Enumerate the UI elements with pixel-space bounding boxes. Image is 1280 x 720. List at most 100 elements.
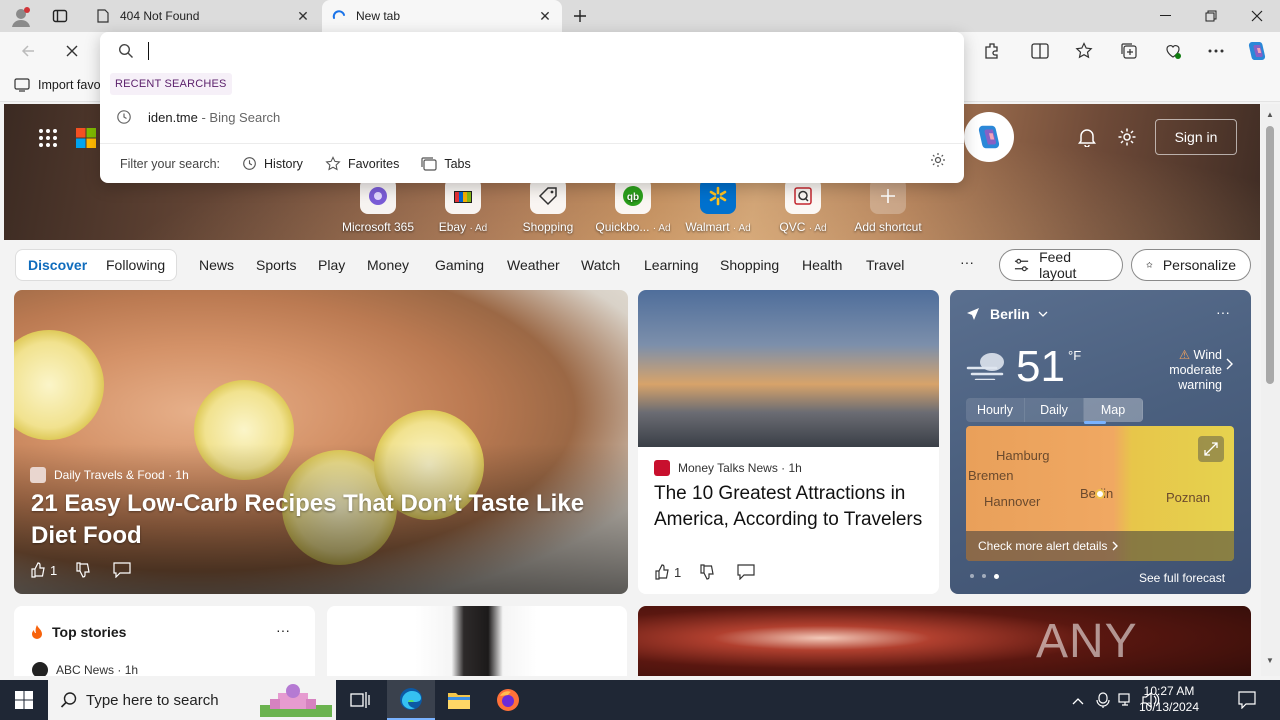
like-button[interactable]: 1 <box>30 562 57 578</box>
nav-play[interactable]: Play <box>318 257 345 273</box>
news-card-fashion[interactable] <box>327 606 627 676</box>
restore-button[interactable] <box>1188 0 1234 32</box>
tab-actions-icon[interactable] <box>52 8 68 24</box>
feed-layout-button[interactable]: Feed layout <box>999 249 1123 281</box>
filter-favorites-button[interactable]: Favorites <box>325 155 399 172</box>
nav-more-button[interactable]: ··· <box>960 254 974 270</box>
dislike-button[interactable] <box>699 564 719 580</box>
chevron-right-icon <box>1112 541 1119 551</box>
shortcut-microsoft-365[interactable]: Microsoft 365 <box>338 178 418 234</box>
task-view-button[interactable] <box>336 680 384 720</box>
shortcut-qvc[interactable]: QVC · Ad <box>763 178 843 234</box>
tab-404-not-found[interactable]: 404 Not Found ✕ <box>86 0 320 32</box>
taskbar-firefox[interactable] <box>484 680 532 720</box>
news-card-main[interactable]: Daily Travels & Food · 1h 21 Easy Low-Ca… <box>14 290 628 594</box>
like-button[interactable]: 1 <box>654 564 681 580</box>
app-launcher-icon[interactable] <box>38 128 58 151</box>
shortcut-quickbooks[interactable]: qb Quickbo... · Ad <box>593 178 673 234</box>
news-card-video[interactable]: ANY RUN <box>638 606 1251 676</box>
extensions-icon[interactable] <box>978 38 1006 64</box>
start-button[interactable] <box>0 680 48 720</box>
search-settings-icon[interactable] <box>930 152 946 171</box>
profile-icon[interactable] <box>10 6 32 28</box>
temperature-unit[interactable]: °F <box>1068 348 1081 363</box>
weather-card[interactable]: Berlin ··· 51 °F ⚠ Wind moderate warning… <box>950 290 1251 594</box>
windows-taskbar: Type here to search 10:27 AM 10/13/2024 <box>0 680 1280 720</box>
nav-money[interactable]: Money <box>367 257 409 273</box>
import-favorites-link[interactable]: Import favo <box>14 78 101 92</box>
scrollbar-thumb[interactable] <box>1266 126 1274 384</box>
taskbar-clock[interactable]: 10:27 AM 10/13/2024 <box>1130 683 1208 715</box>
comment-button[interactable] <box>737 564 759 580</box>
collections-icon[interactable] <box>1115 38 1143 64</box>
nav-weather[interactable]: Weather <box>507 257 560 273</box>
stop-loading-button[interactable] <box>58 38 86 64</box>
see-full-forecast-link[interactable]: See full forecast <box>1139 571 1225 585</box>
recent-search-item[interactable]: iden.tme - Bing Search <box>100 102 964 132</box>
scroll-up-arrow[interactable]: ▲ <box>1266 110 1274 119</box>
weather-more-button[interactable]: ··· <box>1216 304 1230 320</box>
dislike-button[interactable] <box>75 562 95 578</box>
news-card-attractions[interactable]: Money Talks News · 1h The 10 Greatest At… <box>638 290 939 594</box>
settings-and-more-icon[interactable] <box>1202 38 1230 64</box>
import-icon <box>14 78 30 92</box>
taskbar-edge[interactable] <box>387 680 435 720</box>
new-tab-button[interactable] <box>568 4 592 28</box>
scroll-down-arrow[interactable]: ▼ <box>1266 656 1274 665</box>
weather-map[interactable]: Hamburg Bremen Hannover Berlin Poznan Ch… <box>966 426 1234 561</box>
nav-health[interactable]: Health <box>802 257 842 273</box>
food-photo <box>14 330 104 440</box>
tab-new-tab[interactable]: New tab ✕ <box>322 0 562 32</box>
page-scrollbar[interactable]: ▲ ▼ <box>1261 104 1280 676</box>
shortcut-walmart[interactable]: Walmart · Ad <box>678 178 758 234</box>
taskbar-file-explorer[interactable] <box>435 680 483 720</box>
close-window-button[interactable] <box>1234 0 1280 32</box>
nav-following[interactable]: Following <box>106 257 165 273</box>
shortcut-ebay[interactable]: Ebay · Ad <box>423 178 503 234</box>
minimize-button[interactable] <box>1142 0 1188 32</box>
chevron-right-icon[interactable] <box>1226 358 1234 373</box>
nav-news[interactable]: News <box>199 257 234 273</box>
nav-discover[interactable]: Discover <box>28 257 87 273</box>
card-headline[interactable]: The 10 Greatest Attractions in America, … <box>654 481 929 533</box>
browser-essentials-icon[interactable] <box>1159 38 1187 64</box>
shortcut-shopping[interactable]: Shopping <box>508 178 588 234</box>
notification-center-icon[interactable] <box>1238 691 1256 712</box>
favorites-icon[interactable] <box>1070 38 1098 64</box>
comment-button[interactable] <box>113 562 135 578</box>
meet-now-icon[interactable] <box>1096 692 1110 711</box>
tab-map[interactable]: Map <box>1084 398 1143 422</box>
nav-travel[interactable]: Travel <box>866 257 904 273</box>
close-tab-icon[interactable]: ✕ <box>538 8 552 25</box>
copilot-button[interactable] <box>964 112 1014 162</box>
split-screen-icon[interactable] <box>1026 38 1054 64</box>
weather-alert[interactable]: ⚠ Wind moderate warning <box>1122 348 1222 393</box>
expand-map-button[interactable] <box>1198 436 1224 462</box>
show-hidden-icons-chevron-icon[interactable] <box>1072 693 1084 708</box>
alert-details-link[interactable]: Check more alert details <box>966 531 1234 561</box>
sign-in-button[interactable]: Sign in <box>1155 119 1237 155</box>
nav-sports[interactable]: Sports <box>256 257 296 273</box>
microsoft-logo-icon[interactable] <box>76 128 96 151</box>
nav-watch[interactable]: Watch <box>581 257 620 273</box>
tab-daily[interactable]: Daily <box>1025 398 1084 422</box>
filter-history-button[interactable]: History <box>242 156 303 171</box>
personalize-button[interactable]: Personalize <box>1131 249 1251 281</box>
close-tab-icon[interactable]: ✕ <box>296 8 310 25</box>
copilot-icon[interactable] <box>1243 38 1271 64</box>
edge-icon <box>400 688 422 710</box>
notifications-bell-icon[interactable] <box>1077 127 1097 150</box>
nav-gaming[interactable]: Gaming <box>435 257 484 273</box>
taskbar-search-box[interactable]: Type here to search <box>48 680 336 720</box>
nav-learning[interactable]: Learning <box>644 257 699 273</box>
nav-shopping[interactable]: Shopping <box>720 257 779 273</box>
address-bar-input[interactable] <box>148 40 908 62</box>
back-button[interactable] <box>14 38 42 64</box>
page-settings-gear-icon[interactable] <box>1117 127 1137 150</box>
card-headline[interactable]: 21 Easy Low-Carb Recipes That Don’t Tast… <box>31 488 611 552</box>
weather-location[interactable]: Berlin <box>966 306 1048 322</box>
top-stories-more-button[interactable]: ··· <box>276 622 290 638</box>
filter-tabs-button[interactable]: Tabs <box>421 157 471 171</box>
tab-hourly[interactable]: Hourly <box>966 398 1025 422</box>
add-shortcut-button[interactable]: Add shortcut <box>848 178 928 234</box>
